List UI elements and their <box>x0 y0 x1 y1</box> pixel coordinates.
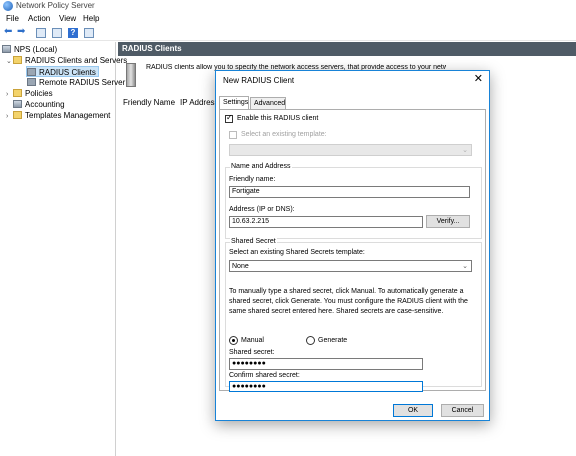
console-tree: NPS (Local) ⌄ RADIUS Clients and Servers … <box>0 42 127 456</box>
address-label: Address (IP or DNS): <box>229 206 295 213</box>
nps-app-icon <box>3 1 13 11</box>
remote-server-icon <box>27 78 36 86</box>
shared-secret-group: Shared Secret Select an existing Shared … <box>225 238 482 392</box>
tree-node-templates[interactable]: › Templates Management <box>6 110 110 121</box>
radius-client-device-icon <box>126 63 136 87</box>
tree-node-accounting[interactable]: Accounting <box>13 99 65 110</box>
settings-tab-panel: Enable this RADIUS client Select an exis… <box>219 109 486 392</box>
folder-icon <box>13 111 22 119</box>
friendly-name-label: Friendly name: <box>229 176 276 183</box>
generate-label: Generate <box>318 337 348 344</box>
column-ip-address[interactable]: IP Address <box>180 98 219 107</box>
shared-secret-title: Shared Secret <box>230 238 277 245</box>
new-radius-client-dialog: New RADIUS Client ✕ Settings Advanced En… <box>215 70 490 421</box>
tree-node-radius-clients[interactable]: RADIUS Clients <box>26 66 99 77</box>
address-input[interactable]: 10.63.2.215 <box>229 216 423 228</box>
tree-node-policies[interactable]: › Policies <box>6 88 53 99</box>
menu-help[interactable]: Help <box>83 14 99 23</box>
menu-bar: File Action View Help <box>0 12 576 25</box>
secret-help-text: To manually type a shared secret, click … <box>229 288 468 315</box>
chevron-down-icon: ⌄ <box>462 147 468 154</box>
properties-icon[interactable] <box>84 28 94 38</box>
help-icon[interactable]: ? <box>68 28 78 38</box>
chevron-down-icon: ⌄ <box>462 263 468 270</box>
close-icon[interactable]: ✕ <box>474 73 483 85</box>
secret-template-dropdown[interactable]: None ⌄ <box>229 260 472 272</box>
shared-secret-input[interactable]: ●●●●●●●● <box>229 358 423 370</box>
up-folder-icon[interactable] <box>36 28 46 38</box>
tree-node-nps-local[interactable]: NPS (Local) <box>2 44 57 55</box>
expand-chevron-icon[interactable]: › <box>6 89 13 100</box>
name-address-title: Name and Address <box>230 163 292 170</box>
dialog-title: New RADIUS Client <box>223 76 295 85</box>
tab-settings[interactable]: Settings <box>219 96 249 109</box>
pane-header: RADIUS Clients <box>118 42 576 56</box>
name-address-group: Name and Address Friendly name: Fortigat… <box>225 163 482 239</box>
expand-chevron-icon[interactable]: › <box>6 111 13 122</box>
accounting-icon <box>13 100 22 108</box>
menu-action[interactable]: Action <box>28 14 50 23</box>
secret-template-label: Select an existing Shared Secrets templa… <box>229 249 365 256</box>
tab-advanced[interactable]: Advanced <box>250 97 286 109</box>
title-bar: Network Policy Server <box>0 0 576 12</box>
cancel-button[interactable]: Cancel <box>441 404 484 417</box>
enable-client-label: Enable this RADIUS client <box>237 115 319 122</box>
forward-arrow-icon[interactable]: ➡ <box>17 27 27 37</box>
manual-label: Manual <box>241 337 264 344</box>
back-arrow-icon[interactable]: ⬅ <box>4 27 14 37</box>
column-friendly-name[interactable]: Friendly Name <box>123 98 175 107</box>
show-hide-tree-icon[interactable] <box>52 28 62 38</box>
select-template-label: Select an existing template: <box>241 131 327 138</box>
verify-button[interactable]: Verify... <box>426 215 470 228</box>
folder-icon <box>13 56 22 64</box>
menu-file[interactable]: File <box>6 14 19 23</box>
window-title: Network Policy Server <box>16 1 95 10</box>
radius-clients-icon <box>27 68 36 76</box>
collapse-chevron-icon[interactable]: ⌄ <box>6 56 13 67</box>
confirm-secret-label: Confirm shared secret: <box>229 372 300 379</box>
template-dropdown[interactable]: ⌄ <box>229 144 472 156</box>
manual-radio[interactable] <box>229 336 238 345</box>
shared-secret-label: Shared secret: <box>229 349 275 356</box>
server-icon <box>2 45 11 53</box>
folder-icon <box>13 89 22 97</box>
enable-client-checkbox[interactable] <box>225 113 233 123</box>
menu-view[interactable]: View <box>59 14 76 23</box>
ok-button[interactable]: OK <box>393 404 433 417</box>
generate-radio[interactable] <box>306 336 315 345</box>
tree-node-remote-radius[interactable]: Remote RADIUS Server <box>27 77 125 88</box>
toolbar: ⬅ ➡ ? <box>0 25 576 41</box>
friendly-name-input[interactable]: Fortigate <box>229 186 470 198</box>
confirm-secret-input[interactable]: ●●●●●●●● <box>229 381 423 392</box>
select-template-checkbox[interactable] <box>229 131 237 139</box>
tree-node-radius-clients-servers[interactable]: ⌄ RADIUS Clients and Servers <box>6 55 127 66</box>
